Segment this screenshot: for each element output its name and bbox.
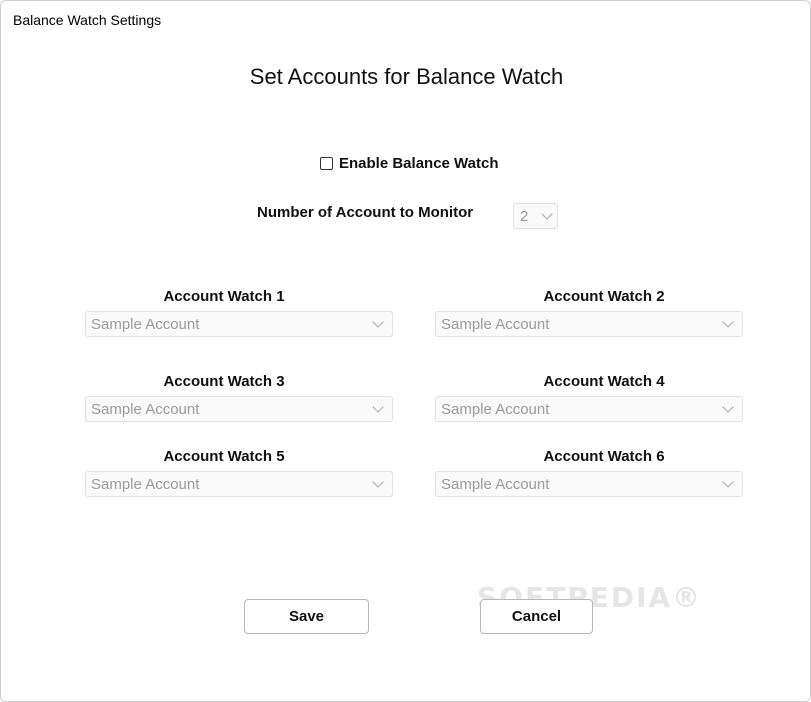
number-of-accounts-label: Number of Account to Monitor: [257, 204, 474, 221]
save-button[interactable]: Save: [244, 599, 369, 634]
number-of-accounts-row: Number of Account to Monitor: [257, 204, 473, 221]
page-title: Set Accounts for Balance Watch: [249, 64, 564, 89]
account-watch-3-label: Account Watch 3: [163, 373, 285, 390]
enable-balance-watch-row[interactable]: Enable Balance Watch: [320, 155, 499, 172]
number-of-accounts-select[interactable]: 2: [513, 203, 558, 229]
account-watch-6-select[interactable]: Sample Account: [435, 471, 743, 497]
account-watch-2-value: Sample Account: [441, 315, 550, 333]
chevron-down-icon: [372, 316, 384, 328]
chevron-down-icon: [372, 401, 384, 413]
account-watch-1-value: Sample Account: [91, 315, 200, 333]
chevron-down-icon: [372, 476, 384, 488]
settings-window: Balance Watch Settings Set Accounts for …: [0, 0, 811, 702]
window-title: Balance Watch Settings: [13, 12, 162, 28]
account-watch-4-select[interactable]: Sample Account: [435, 396, 743, 422]
chevron-down-icon: [722, 476, 734, 488]
account-watch-4-label: Account Watch 4: [543, 373, 665, 390]
account-watch-6-value: Sample Account: [441, 475, 550, 493]
number-of-accounts-value: 2: [520, 207, 529, 225]
account-watch-2-label: Account Watch 2: [543, 288, 665, 305]
account-watch-3-select[interactable]: Sample Account: [85, 396, 393, 422]
enable-balance-watch-label: Enable Balance Watch: [339, 155, 499, 172]
cancel-button[interactable]: Cancel: [480, 599, 593, 634]
enable-balance-watch-checkbox[interactable]: [320, 157, 333, 170]
account-watch-1-label: Account Watch 1: [163, 288, 285, 305]
account-watch-3-value: Sample Account: [91, 400, 200, 418]
account-watch-6-label: Account Watch 6: [543, 448, 665, 465]
account-watch-5-value: Sample Account: [91, 475, 200, 493]
account-watch-1-select[interactable]: Sample Account: [85, 311, 393, 337]
account-watch-2-select[interactable]: Sample Account: [435, 311, 743, 337]
account-watch-4-value: Sample Account: [441, 400, 550, 418]
chevron-down-icon: [541, 208, 553, 220]
chevron-down-icon: [722, 316, 734, 328]
account-watch-5-label: Account Watch 5: [163, 448, 285, 465]
chevron-down-icon: [722, 401, 734, 413]
account-watch-5-select[interactable]: Sample Account: [85, 471, 393, 497]
